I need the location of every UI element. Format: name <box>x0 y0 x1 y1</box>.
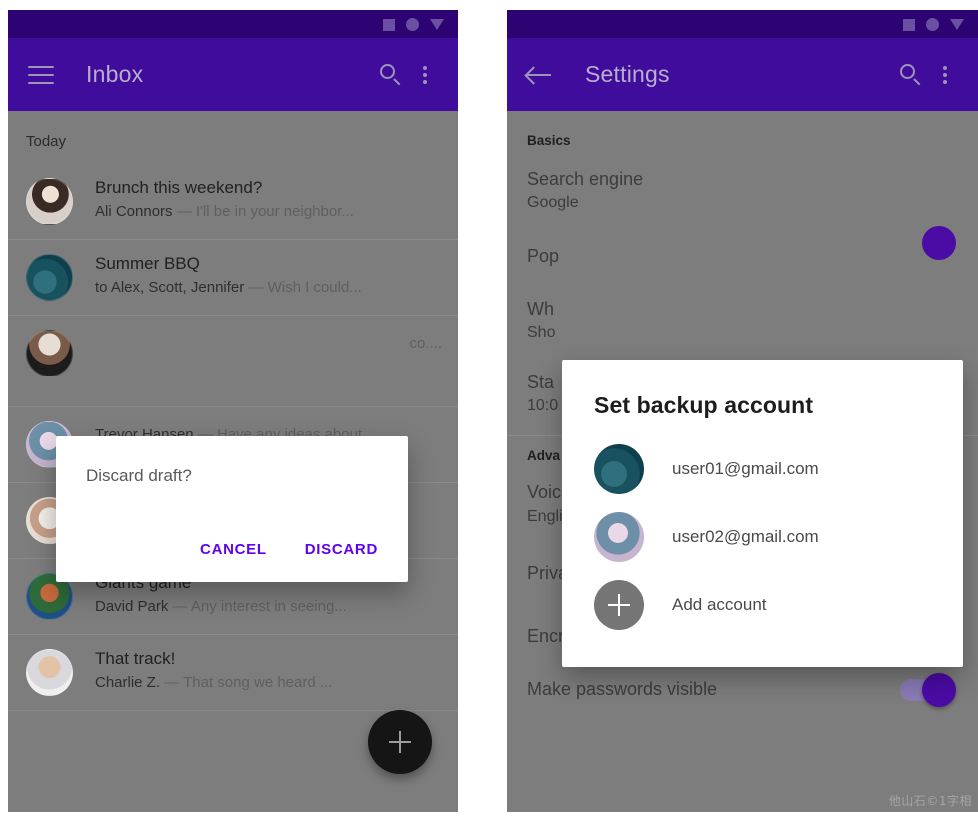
more-vert-icon <box>943 65 947 84</box>
arrow-back-icon <box>527 65 553 85</box>
account-email: user01@gmail.com <box>672 459 819 478</box>
account-email: user02@gmail.com <box>672 527 819 546</box>
setting-value: Google <box>527 194 579 212</box>
list-item[interactable]: That track! Charlie Z. — That song we he… <box>8 635 458 711</box>
add-account-label: Add account <box>672 595 767 614</box>
mail-text: That track! Charlie Z. — That song we he… <box>95 649 442 693</box>
discard-button[interactable]: DISCARD <box>297 533 386 566</box>
mail-subject: Brunch this weekend? <box>95 178 263 197</box>
mail-sender: David Park <box>95 598 169 616</box>
mail-sender: Ali Connors <box>95 203 173 221</box>
mail-preview: That song we heard ... <box>183 674 333 692</box>
mail-text: Brunch this weekend? Ali Connors — I'll … <box>95 178 442 222</box>
app-bar-settings: Settings <box>507 38 978 111</box>
setting-search-engine[interactable]: Search engine Google <box>507 148 978 223</box>
mail-sender: to Alex, Scott, Jennifer <box>95 279 245 297</box>
setting-title: Wh <box>527 298 554 319</box>
add-account-option[interactable]: Add account <box>562 571 963 639</box>
mail-snippet: co.... <box>95 335 442 354</box>
avatar <box>26 178 73 225</box>
discard-draft-dialog: Discard draft? CANCEL DISCARD <box>56 436 408 582</box>
mail-snippet: to Alex, Scott, Jennifer — Wish I could.… <box>95 279 442 298</box>
account-option-user02[interactable]: user02@gmail.com <box>562 503 963 571</box>
mail-sender: Charlie Z. <box>95 674 161 692</box>
mail-text: co.... <box>95 330 442 354</box>
mail-text: Summer BBQ to Alex, Scott, Jennifer — Wi… <box>95 254 442 298</box>
page-title: Inbox <box>86 61 144 87</box>
mail-preview: co.... <box>409 335 442 352</box>
list-item[interactable]: Summer BBQ to Alex, Scott, Jennifer — Wi… <box>8 240 458 316</box>
add-account-avatar <box>594 580 644 630</box>
search-button[interactable] <box>374 58 408 92</box>
settings-content-scrim: Basics Search engine Google Pop Wh Sho S… <box>507 111 978 812</box>
setting-title: Search engine <box>527 169 644 189</box>
watermark: 他山石©1字相 <box>888 794 972 808</box>
set-backup-account-dialog: Set backup account user01@gmail.com user… <box>562 360 963 667</box>
list-item[interactable]: Brunch this weekend? Ali Connors — I'll … <box>8 164 458 240</box>
dialog-message: Discard draft? <box>86 466 192 485</box>
mail-snippet: David Park — Any interest in seeing... <box>95 598 442 617</box>
search-button[interactable] <box>894 58 928 92</box>
status-bar-icons-right <box>903 18 964 31</box>
status-bar-right <box>507 10 978 38</box>
dialog-title: Set backup account <box>594 392 814 418</box>
right-phone-frame: Settings Basics Search engine Google Pop… <box>507 10 978 812</box>
more-vert-icon <box>423 65 427 84</box>
account-option-user01[interactable]: user01@gmail.com <box>562 435 963 503</box>
section-label-today: Today <box>26 133 67 150</box>
mail-preview: Any interest in seeing... <box>190 598 347 616</box>
search-icon <box>380 63 402 86</box>
overflow-menu-button[interactable] <box>928 58 962 92</box>
mail-preview: Wish I could... <box>267 279 362 297</box>
section-header-basics: Basics <box>527 133 571 148</box>
list-item[interactable]: co.... <box>8 316 458 407</box>
status-bar-left <box>8 10 458 38</box>
avatar <box>594 444 644 494</box>
avatar <box>26 649 73 696</box>
compose-fab[interactable] <box>368 710 432 774</box>
setting-title: Pop <box>527 245 560 266</box>
circle-icon <box>406 18 419 31</box>
plus-icon <box>608 594 630 616</box>
avatar <box>26 254 73 301</box>
status-bar-icons-left <box>383 18 444 31</box>
inbox-content-scrim: Today Brunch this weekend? Ali Connors —… <box>8 111 458 812</box>
square-icon <box>903 18 915 31</box>
setting-title: Make passwords visible <box>527 679 718 700</box>
mail-subject: Summer BBQ <box>95 254 200 273</box>
account-list: user01@gmail.com user02@gmail.com Add ac… <box>562 419 963 639</box>
back-button[interactable] <box>523 58 557 92</box>
mail-dash: — <box>172 598 188 616</box>
circle-icon <box>926 18 939 31</box>
dialog-actions: CANCEL DISCARD <box>192 533 386 566</box>
overflow-menu-button[interactable] <box>408 58 442 92</box>
avatar <box>594 512 644 562</box>
mail-dash: — <box>176 203 192 221</box>
mail-dash: — <box>248 279 264 297</box>
menu-button[interactable] <box>24 58 58 92</box>
mail-snippet: Charlie Z. — That song we heard ... <box>95 674 442 693</box>
mail-subject: That track! <box>95 649 176 668</box>
page-title: Settings <box>585 61 670 87</box>
triangle-down-icon <box>430 19 444 30</box>
hamburger-icon <box>28 65 54 84</box>
plus-icon <box>389 731 411 753</box>
avatar <box>26 330 73 377</box>
mail-snippet: Ali Connors — I'll be in your neighbor..… <box>95 203 442 222</box>
setting-value: Sho <box>527 324 556 342</box>
left-phone-frame: Inbox Today Brunch this weekend? Ali Con… <box>8 10 458 812</box>
search-icon <box>900 63 922 86</box>
toggle-knob <box>922 673 956 708</box>
cancel-button[interactable]: CANCEL <box>192 533 275 566</box>
passwords-visible-toggle[interactable] <box>900 673 956 708</box>
app-bar-inbox: Inbox <box>8 38 458 111</box>
mail-dash: — <box>164 674 180 692</box>
setting-popups[interactable]: Pop <box>507 223 978 276</box>
mail-preview: I'll be in your neighbor... <box>195 203 354 221</box>
setting-whats-new[interactable]: Wh Sho <box>507 276 978 353</box>
triangle-down-icon <box>950 19 964 30</box>
toggle-knob-popups[interactable] <box>922 225 956 260</box>
square-icon <box>383 18 395 31</box>
